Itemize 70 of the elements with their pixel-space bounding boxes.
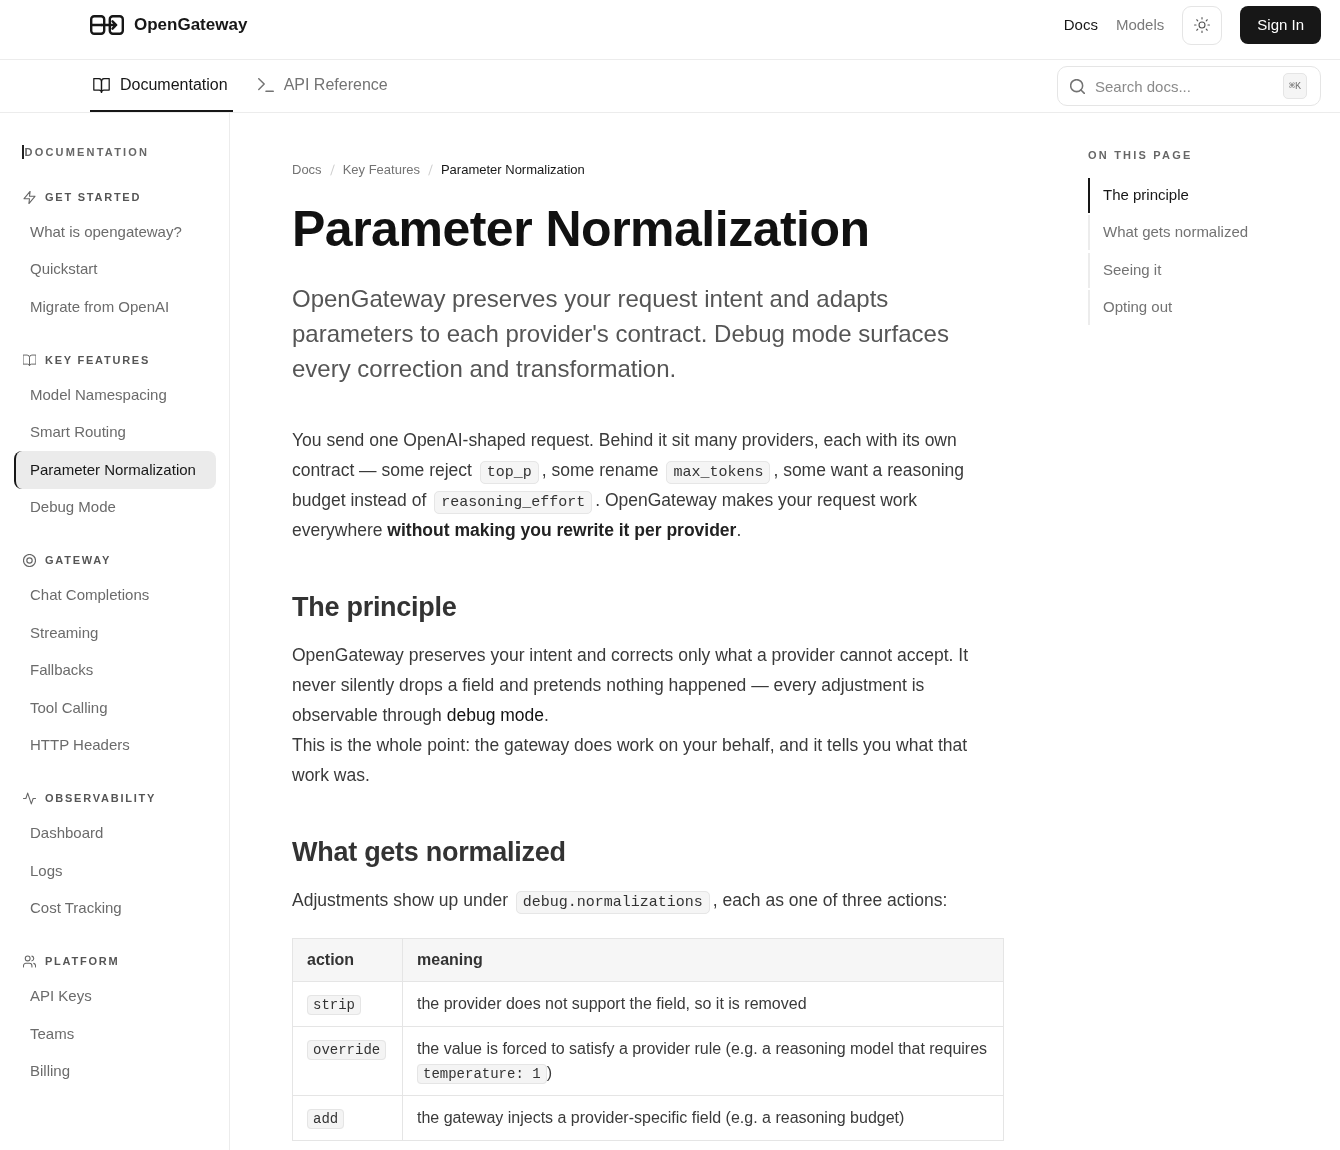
- paragraph: You send one OpenAI-shaped request. Behind it sit many providers, each with its own contract — some reject top_p , some rename max_tokens , some want a reasoning budget instead of reasoning_effort . OpenGateway makes your request work everywhere without making you rewrite it per provider.: [292, 429, 966, 542]
- table-cell: override: [292, 1026, 403, 1096]
- sign-in-button[interactable]: Sign In: [1240, 6, 1321, 44]
- book-icon: [23, 353, 36, 367]
- slash-icon: [427, 164, 433, 176]
- section-heading: PLATFORM: [45, 954, 120, 970]
- paragraph: This is the whole point: the gateway does work on your behalf, and it tells you what that work was.: [292, 734, 969, 787]
- paragraph: Adjustments show up under debug.normalizations , each as one of three actions:: [292, 885, 992, 915]
- table-cell: the provider does not support the field, so it is removed: [402, 981, 1004, 1027]
- table-cell: the value is forced to satisfy a provider rule (e.g. a reasoning model that requires temperature: 1 ): [402, 1026, 1004, 1096]
- sidebar-item[interactable]: Fallbacks: [14, 651, 216, 689]
- sidebar-item[interactable]: API Keys: [14, 977, 216, 1015]
- nav-link[interactable]: Docs: [1063, 13, 1098, 37]
- sidebar-item[interactable]: Streaming: [14, 614, 216, 652]
- tab[interactable]: API Reference: [254, 60, 393, 112]
- section-title: What gets normalized: [292, 836, 566, 869]
- section-heading: OBSERVABILITY: [45, 791, 157, 807]
- target-icon: [23, 554, 36, 567]
- table-cell: add: [292, 1095, 403, 1141]
- sidebar-item[interactable]: Cost Tracking: [14, 889, 216, 927]
- sidebar-item[interactable]: Quickstart: [14, 250, 216, 288]
- text-caret: [22, 145, 24, 159]
- inline-link[interactable]: debug mode: [446, 705, 544, 725]
- users-icon: [23, 955, 36, 968]
- nav-link[interactable]: Models: [1115, 13, 1165, 37]
- pulse-icon: [23, 792, 36, 805]
- paragraph: OpenGateway preserves your intent and corrects only what a provider cannot accept. It never silently drops a field and pretends nothing happened — every adjustment is observable through debug mode.: [292, 644, 970, 727]
- section-heading: GET STARTED: [45, 189, 142, 205]
- sidebar-item[interactable]: Debug Mode: [14, 488, 216, 526]
- toc-title: ON THIS PAGE: [1088, 148, 1193, 163]
- section-heading: GATEWAY: [45, 553, 112, 569]
- section-title: The principle: [292, 591, 457, 624]
- sidebar-item[interactable]: Dashboard: [14, 814, 216, 852]
- theme-toggle-button[interactable]: [1182, 5, 1223, 45]
- toc-link[interactable]: Opting out: [1088, 290, 1318, 325]
- page-title: Parameter Normalization: [292, 200, 870, 259]
- toc-link[interactable]: Seeing it: [1088, 252, 1318, 288]
- lead-paragraph: OpenGateway preserves your request intent and adapts parameters to each provider's contract. Debug mode surfaces every correction and transformation.: [292, 283, 950, 384]
- book-icon: [93, 77, 110, 93]
- site-name[interactable]: OpenGateway: [134, 12, 248, 38]
- sidebar-item[interactable]: Migrate from OpenAI: [14, 288, 216, 326]
- tab[interactable]: Documentation: [90, 60, 233, 112]
- table-cell: strip: [292, 981, 403, 1027]
- terminal-icon: [257, 78, 274, 92]
- sidebar-item[interactable]: What is opengateway?: [14, 213, 216, 251]
- sidebar-item[interactable]: Teams: [14, 1015, 216, 1053]
- lightning-icon: [23, 190, 36, 204]
- toc-link[interactable]: The principle: [1088, 177, 1318, 213]
- sidebar-item[interactable]: Model Namespacing: [14, 376, 216, 414]
- toc-link[interactable]: What gets normalized: [1088, 215, 1318, 250]
- breadcrumb-link[interactable]: Key Features: [342, 160, 420, 180]
- sidebar-item[interactable]: Parameter Normalization: [14, 451, 216, 489]
- logo-icon: [90, 15, 124, 35]
- sidebar-item[interactable]: HTTP Headers: [14, 726, 216, 764]
- sidebar-item[interactable]: Logs: [14, 852, 216, 890]
- sun-icon: [1194, 17, 1211, 33]
- keyboard-shortcut: ⌘K: [1282, 73, 1307, 99]
- sidebar-item[interactable]: Smart Routing: [14, 413, 216, 451]
- sidebar-item[interactable]: Tool Calling: [14, 689, 216, 727]
- sidebar-title: DOCUMENTATION: [24, 145, 150, 160]
- breadcrumb-link[interactable]: Parameter Normalization: [440, 160, 585, 180]
- section-heading: KEY FEATURES: [45, 352, 151, 368]
- sidebar-item[interactable]: Billing: [14, 1052, 216, 1090]
- table-header-cell: meaning: [402, 938, 1004, 982]
- table-cell: the gateway injects a provider-specific field (e.g. a reasoning budget): [402, 1095, 1004, 1141]
- sidebar-item[interactable]: Chat Completions: [14, 576, 216, 614]
- search-icon: [1070, 78, 1085, 94]
- slash-icon: [329, 164, 335, 176]
- table-header-cell: action: [292, 938, 403, 982]
- breadcrumb-link[interactable]: Docs: [292, 160, 322, 180]
